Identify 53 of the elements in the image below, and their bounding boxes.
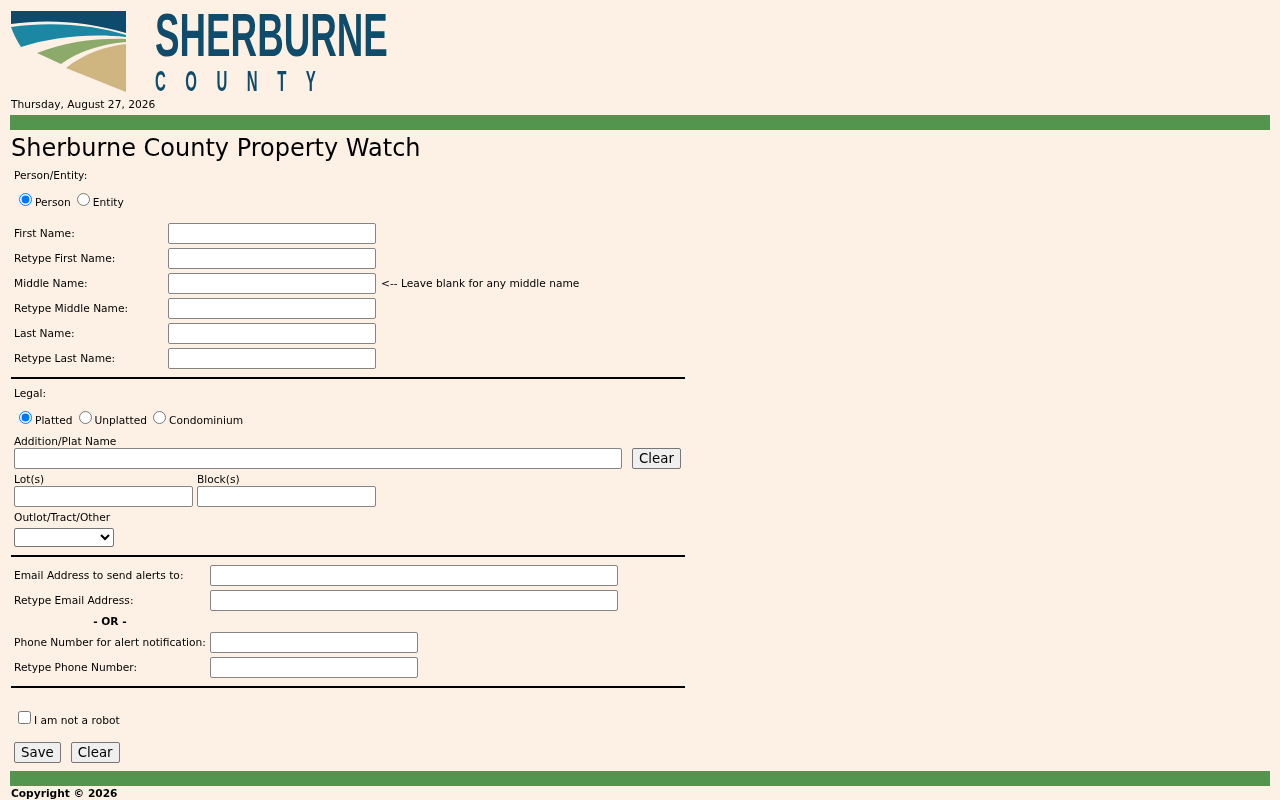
input-field[interactable]: [168, 248, 376, 269]
clear-button[interactable]: Clear: [632, 448, 681, 469]
radio-label[interactable]: Person: [35, 196, 71, 209]
clear-button[interactable]: Clear: [70, 742, 120, 763]
field-label: Middle Name:: [14, 277, 89, 290]
field-label: Block(s): [197, 473, 241, 486]
input-field[interactable]: [168, 298, 376, 319]
input-field[interactable]: [14, 486, 193, 507]
input-field[interactable]: [14, 448, 622, 469]
field-label: Retype Last Name:: [14, 352, 117, 365]
hint-text: <-- Leave blank for any middle name: [381, 277, 580, 290]
input-field[interactable]: [209, 590, 618, 611]
date-text: Thursday, August 27, 2026: [11, 98, 157, 111]
radio-button[interactable]: [76, 193, 90, 206]
field-label: Retype Middle Name:: [14, 302, 130, 315]
section-label: Legal:: [14, 387, 48, 400]
radio-label[interactable]: Condominium: [168, 414, 244, 427]
input-field[interactable]: [168, 348, 376, 369]
save-button[interactable]: Save: [14, 742, 61, 763]
logo-title: SHERBURNE: [155, 12, 388, 58]
input-field[interactable]: [168, 273, 376, 294]
radio-label[interactable]: Unplatted: [94, 414, 147, 427]
field-label: Last Name:: [14, 327, 76, 340]
dropdown[interactable]: [14, 528, 114, 547]
radio-label[interactable]: Entity: [92, 196, 124, 209]
field-label: Retype First Name:: [14, 252, 117, 265]
input-field[interactable]: [168, 223, 376, 244]
field-label: Email Address to send alerts to:: [14, 569, 184, 582]
radio-button[interactable]: [152, 411, 166, 424]
logo-icon: [11, 11, 126, 92]
checkbox[interactable]: [18, 711, 31, 724]
radio-button[interactable]: [19, 411, 32, 424]
logo-subtitle: COUNTY: [155, 70, 336, 92]
field-label: Outlot/Tract/Other: [14, 511, 112, 524]
radio-label[interactable]: Platted: [35, 414, 73, 427]
input-field[interactable]: [168, 323, 376, 344]
section-label: Person/Entity:: [14, 169, 89, 182]
field-label: Retype Email Address:: [14, 594, 134, 607]
field-label: First Name:: [14, 227, 76, 240]
field-label: Addition/Plat Name: [14, 435, 118, 448]
input-field[interactable]: [209, 632, 418, 653]
input-field[interactable]: [197, 486, 376, 507]
copyright-text: Copyright © 2026: [11, 787, 119, 800]
page-title: Sherburne County Property Watch: [11, 134, 422, 162]
radio-button[interactable]: [78, 411, 92, 424]
input-field[interactable]: [209, 657, 418, 678]
field-label: Retype Phone Number:: [14, 661, 138, 674]
radio-button[interactable]: [19, 193, 32, 206]
separator-text: - OR -: [93, 615, 127, 628]
checkbox-label[interactable]: I am not a robot: [34, 714, 120, 727]
input-field[interactable]: [209, 565, 618, 586]
field-label: Lot(s): [14, 473, 46, 486]
field-label: Phone Number for alert notification:: [14, 636, 206, 649]
